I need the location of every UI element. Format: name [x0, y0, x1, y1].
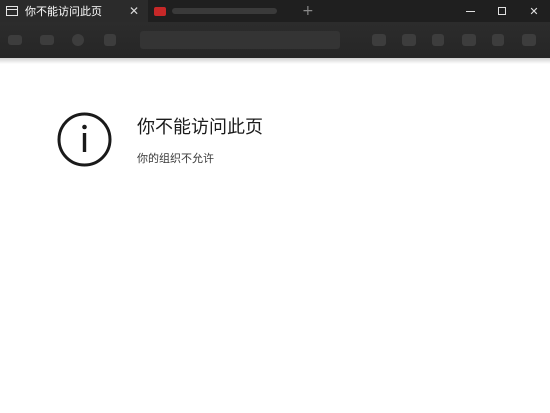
new-tab-icon[interactable]: +	[302, 0, 314, 22]
minimize-button[interactable]	[454, 0, 486, 22]
toolbar-icon[interactable]	[492, 34, 504, 46]
red-favicon-icon	[154, 6, 166, 16]
toolbar-icon[interactable]	[432, 34, 444, 46]
address-bar[interactable]	[140, 31, 340, 49]
forward-icon[interactable]	[40, 35, 54, 45]
tab-inactive[interactable]	[148, 0, 296, 22]
toolbar-icon[interactable]	[402, 34, 416, 46]
page-title: 你不能访问此页	[137, 117, 263, 138]
maximize-icon	[498, 7, 506, 15]
tab-bar: 你不能访问此页 ✕ + ✕	[0, 0, 550, 22]
tab-blurred-title	[172, 8, 277, 14]
toolbar-icon[interactable]	[372, 34, 386, 46]
minimize-icon	[465, 10, 475, 12]
maximize-button[interactable]	[486, 0, 518, 22]
tab-title: 你不能访问此页	[25, 5, 102, 18]
page-icon	[6, 6, 18, 16]
info-icon	[57, 112, 112, 167]
refresh-icon[interactable]	[72, 34, 84, 46]
error-message: 你的组织不允许	[137, 152, 214, 165]
home-icon[interactable]	[104, 34, 116, 46]
tab-close-icon[interactable]: ✕	[129, 4, 139, 18]
toolbar-icon[interactable]	[462, 34, 476, 46]
close-icon: ✕	[529, 4, 539, 18]
back-icon[interactable]	[8, 35, 22, 45]
window-controls: ✕	[454, 0, 550, 22]
tab-active[interactable]: 你不能访问此页 ✕	[0, 0, 148, 22]
toolbar-shadow	[0, 58, 550, 64]
menu-icon[interactable]	[522, 34, 536, 46]
browser-toolbar	[0, 22, 550, 58]
close-button[interactable]: ✕	[518, 0, 550, 22]
browser-window: 你不能访问此页 ✕ + ✕ 你不能访问此页 你的组织不允许	[0, 0, 550, 413]
